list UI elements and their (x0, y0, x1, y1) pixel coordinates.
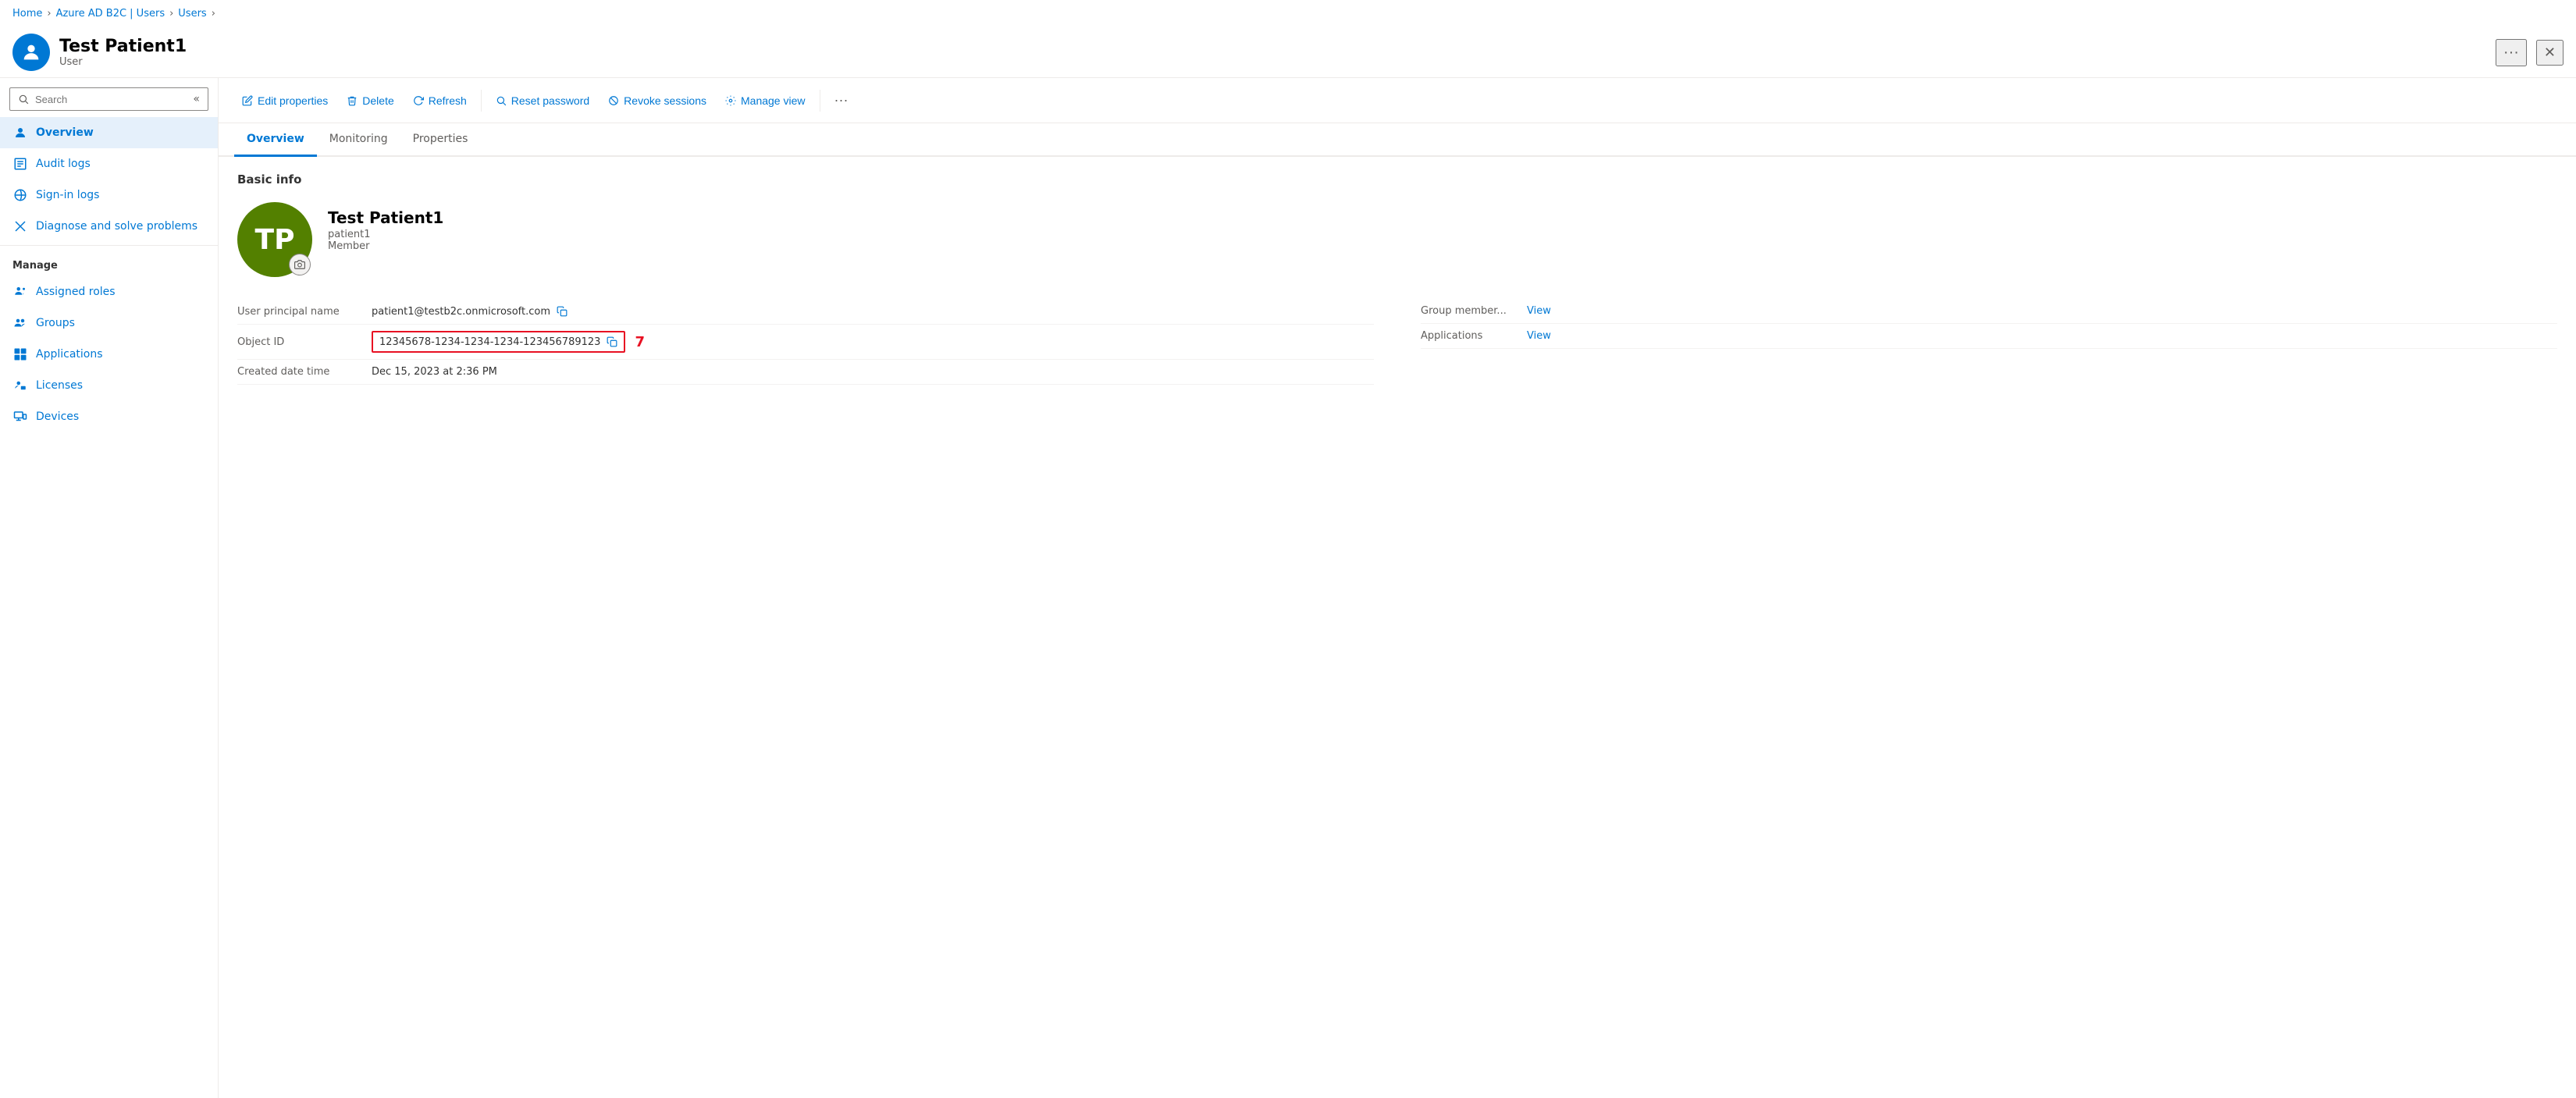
search-input[interactable] (35, 94, 187, 105)
field-group-member: Group member... View (1421, 299, 2557, 324)
sidebar-item-devices[interactable]: Devices (0, 401, 218, 432)
sidebar-item-assigned-roles[interactable]: Assigned roles (0, 276, 218, 307)
diagnose-icon (12, 219, 28, 234)
sidebar-item-licenses[interactable]: Licenses (0, 370, 218, 401)
page-subtitle: User (59, 56, 2486, 68)
delete-button[interactable]: Delete (339, 90, 401, 112)
field-created-label: Created date time (237, 366, 362, 378)
manage-section-label: Manage (0, 249, 218, 276)
header-more-button[interactable]: ··· (2496, 39, 2527, 66)
licenses-icon (12, 378, 28, 393)
revoke-sessions-button[interactable]: Revoke sessions (600, 90, 714, 112)
refresh-icon (413, 95, 424, 106)
field-upn-value: patient1@testb2c.onmicrosoft.com (372, 305, 568, 318)
copy-object-id-button[interactable] (607, 336, 617, 348)
field-created-value: Dec 15, 2023 at 2:36 PM (372, 366, 497, 378)
sidebar-item-overview-label: Overview (36, 126, 94, 139)
field-object-id: Object ID 12345678-1234-1234-1234-123456… (237, 325, 1374, 360)
section-title: Basic info (237, 172, 2557, 187)
reset-password-button[interactable]: Reset password (488, 90, 597, 112)
sidebar-item-groups-label: Groups (36, 317, 75, 329)
page-title: Test Patient1 (59, 37, 2486, 56)
overview-panel: Basic info TP Test Patient1 pat (219, 157, 2576, 400)
content-area: « Overview (0, 78, 2576, 1098)
breadcrumb-users[interactable]: Users (178, 8, 206, 20)
field-object-id-label: Object ID (237, 336, 362, 348)
reset-password-icon (496, 95, 507, 106)
user-icon (12, 125, 28, 140)
user-profile-row: TP Test Patient1 patient1 Member (237, 202, 2557, 277)
breadcrumb: Home › Azure AD B2C | Users › Users › (0, 0, 2576, 27)
sidebar-item-signin-label: Sign-in logs (36, 189, 99, 201)
page-header: Test Patient1 User ··· ✕ (0, 27, 2576, 78)
close-button[interactable]: ✕ (2536, 40, 2564, 66)
header-title-block: Test Patient1 User (59, 37, 2486, 68)
sidebar-item-applications[interactable]: Applications (0, 339, 218, 370)
sidebar-item-diagnose[interactable]: Diagnose and solve problems (0, 211, 218, 242)
edit-icon (242, 95, 253, 106)
apps-icon (12, 346, 28, 362)
camera-button[interactable] (289, 254, 311, 275)
search-icon (18, 93, 29, 105)
tab-overview[interactable]: Overview (234, 123, 317, 157)
toolbar-divider-1 (481, 90, 482, 112)
signin-icon (12, 187, 28, 203)
right-apps-label: Applications (1421, 330, 1514, 342)
user-avatar: TP (237, 202, 312, 277)
revoke-icon (608, 95, 619, 106)
sidebar-item-groups[interactable]: Groups (0, 307, 218, 339)
copy-upn-button[interactable] (557, 305, 568, 318)
view-apps-link[interactable]: View (1527, 330, 1551, 342)
sidebar-item-audit-label: Audit logs (36, 158, 91, 170)
toolbar-more-button[interactable]: ··· (827, 87, 856, 113)
sidebar-divider (0, 245, 218, 246)
sidebar-item-licenses-label: Licenses (36, 379, 83, 392)
devices-icon (12, 409, 28, 425)
user-upn: patient1 (328, 229, 443, 240)
field-object-id-value: 12345678-1234-1234-1234-123456789123 7 (372, 331, 645, 353)
edit-properties-button[interactable]: Edit properties (234, 90, 336, 112)
field-applications: Applications View (1421, 324, 2557, 349)
sidebar-item-audit-logs[interactable]: Audit logs (0, 148, 218, 179)
sidebar-item-devices-label: Devices (36, 410, 79, 423)
breadcrumb-aad[interactable]: Azure AD B2C | Users (56, 8, 165, 20)
audit-icon (12, 156, 28, 172)
collapse-button[interactable]: « (193, 93, 200, 105)
main-content: Edit properties Delete (219, 78, 2576, 1098)
manage-view-button[interactable]: Manage view (717, 90, 813, 112)
groups-icon (12, 315, 28, 331)
sidebar-item-roles-label: Assigned roles (36, 286, 116, 298)
field-created-date: Created date time Dec 15, 2023 at 2:36 P… (237, 360, 1374, 385)
field-upn: User principal name patient1@testb2c.onm… (237, 299, 1374, 325)
delete-icon (347, 95, 358, 106)
roles-icon (12, 284, 28, 300)
user-display-name: Test Patient1 (328, 208, 443, 227)
sidebar-item-diagnose-label: Diagnose and solve problems (36, 220, 197, 233)
sidebar: « Overview (0, 78, 219, 1098)
tab-monitoring[interactable]: Monitoring (317, 123, 400, 157)
left-info-section: User principal name patient1@testb2c.onm… (237, 299, 1374, 385)
field-upn-label: User principal name (237, 306, 362, 318)
header-avatar (12, 34, 50, 71)
sidebar-item-overview[interactable]: Overview (0, 117, 218, 148)
view-group-link[interactable]: View (1527, 305, 1551, 317)
camera-icon (294, 259, 305, 270)
user-role: Member (328, 240, 443, 252)
refresh-button[interactable]: Refresh (405, 90, 475, 112)
user-info: Test Patient1 patient1 Member (328, 202, 443, 252)
right-group-label: Group member... (1421, 305, 1514, 317)
number-badge: 7 (635, 334, 645, 350)
settings-icon (725, 95, 736, 106)
info-fields-container: User principal name patient1@testb2c.onm… (237, 299, 2557, 385)
sidebar-item-apps-label: Applications (36, 348, 103, 361)
search-box[interactable]: « (9, 87, 208, 111)
toolbar: Edit properties Delete (219, 78, 2576, 123)
breadcrumb-home[interactable]: Home (12, 8, 42, 20)
tabs-bar: Overview Monitoring Properties (219, 123, 2576, 157)
object-id-box: 12345678-1234-1234-1234-123456789123 (372, 331, 625, 353)
sidebar-item-signin-logs[interactable]: Sign-in logs (0, 179, 218, 211)
right-info-section: Group member... View Applications View (1374, 299, 2557, 385)
tab-properties[interactable]: Properties (400, 123, 481, 157)
